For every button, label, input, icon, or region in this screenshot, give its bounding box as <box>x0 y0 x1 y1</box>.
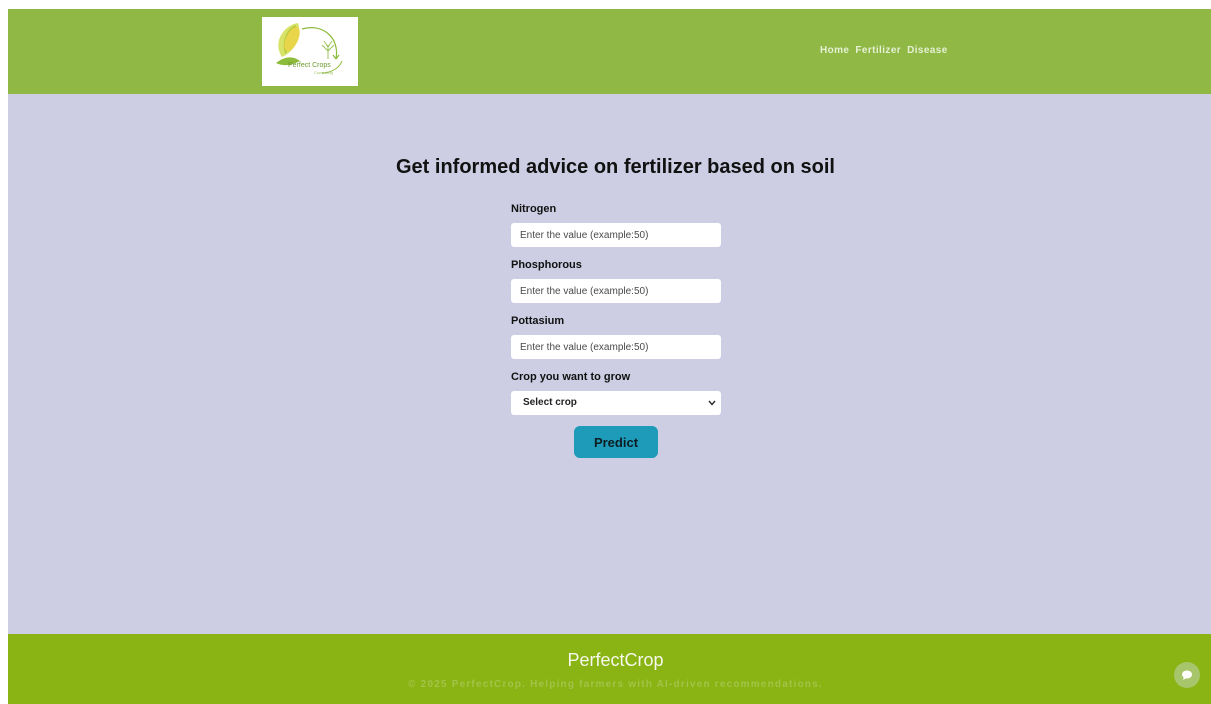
crop-select-value: Select crop <box>523 397 577 408</box>
nav-home-link[interactable]: Home <box>820 45 849 56</box>
main-content: Get informed advice on fertilizer based … <box>8 94 1211 634</box>
footer-brand: PerfectCrop <box>567 650 664 670</box>
nav-disease-link[interactable]: Disease <box>907 45 948 56</box>
chevron-down-icon <box>708 400 716 406</box>
crop-select[interactable]: Select crop <box>511 391 721 415</box>
chat-button[interactable] <box>1174 662 1200 688</box>
chat-bubble-icon <box>1182 670 1192 680</box>
site-footer: PerfectCrop © 2025 PerfectCrop. Helping … <box>8 634 1211 704</box>
phosphorous-label: Phosphorous <box>511 259 582 271</box>
phosphorous-input[interactable] <box>511 279 721 303</box>
crop-select-label: Crop you want to grow <box>511 371 631 383</box>
nitrogen-label: Nitrogen <box>511 203 557 215</box>
site-header: Perfect Crops Consulting Home Fertilizer… <box>8 9 1211 94</box>
nitrogen-input[interactable] <box>511 223 721 247</box>
brand-logo[interactable]: Perfect Crops Consulting <box>262 17 358 86</box>
pottasium-input[interactable] <box>511 335 721 359</box>
nav-fertilizer-link[interactable]: Fertilizer <box>855 45 901 56</box>
logo-text: Perfect Crops <box>288 62 331 69</box>
page: Perfect Crops Consulting Home Fertilizer… <box>8 9 1211 704</box>
logo-subtext: Consulting <box>314 70 333 75</box>
main-nav: Home Fertilizer Disease <box>820 45 948 56</box>
footer-copyright: © 2025 PerfectCrop. Helping farmers with… <box>408 679 823 690</box>
predict-button[interactable]: Predict <box>574 426 658 458</box>
fertilizer-form: Nitrogen Phosphorous Pottasium Crop you … <box>511 202 721 458</box>
corn-logo-icon <box>276 23 343 74</box>
page-title: Get informed advice on fertilizer based … <box>396 156 835 178</box>
pottasium-label: Pottasium <box>511 315 565 327</box>
